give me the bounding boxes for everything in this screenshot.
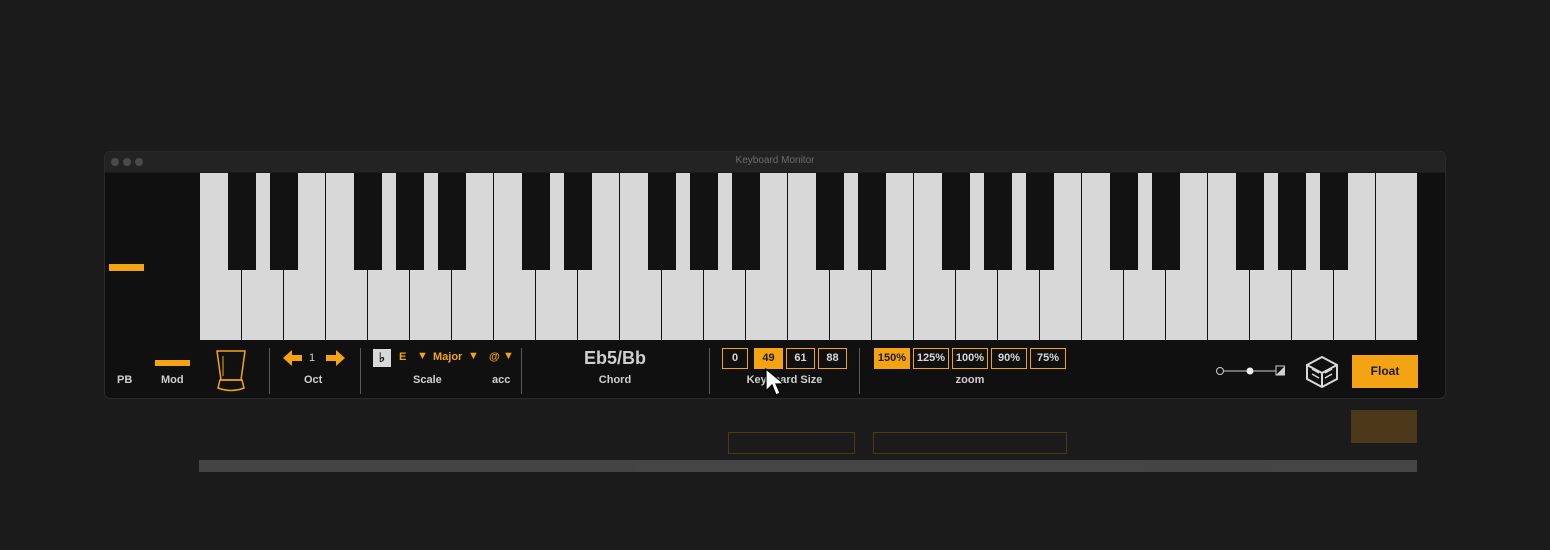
black-key[interactable] (270, 173, 298, 270)
mod-wheel-indicator[interactable] (155, 360, 190, 366)
black-key[interactable] (690, 173, 718, 270)
black-key[interactable] (984, 173, 1012, 270)
chevron-down-icon[interactable]: ▼ (417, 350, 428, 362)
white-key[interactable] (1376, 173, 1418, 340)
zoom-150-button[interactable]: 150% (874, 348, 910, 369)
octave-up-arrow-icon[interactable] (325, 350, 345, 366)
black-key[interactable] (1236, 173, 1264, 270)
cube-logo-icon[interactable] (1304, 355, 1340, 389)
divider (521, 348, 522, 394)
piano-keyboard[interactable] (200, 173, 1418, 340)
chevron-down-icon[interactable]: ▼ (468, 350, 479, 362)
mod-label: Mod (161, 374, 184, 386)
black-key[interactable] (228, 173, 256, 270)
accidental-select[interactable]: @ (489, 351, 500, 363)
scale-label: Scale (413, 374, 442, 386)
sustain-pedal-icon[interactable] (211, 348, 251, 394)
opacity-slider[interactable] (1215, 364, 1285, 378)
keyboard-monitor-window: Keyboard Monitor PB Mod 1 Oct ♭ E ▼ Majo… (104, 151, 1446, 399)
black-key[interactable] (648, 173, 676, 270)
keyboard-size-61-button[interactable]: 61 (786, 348, 815, 369)
zoom-100-button[interactable]: 100% (952, 348, 988, 369)
zoom-label: zoom (955, 374, 985, 386)
black-key[interactable] (1152, 173, 1180, 270)
divider (269, 348, 270, 394)
keyboard-size-49-button[interactable]: 49 (754, 348, 783, 369)
zoom-125-button[interactable]: 125% (913, 348, 949, 369)
black-key[interactable] (942, 173, 970, 270)
black-key[interactable] (396, 173, 424, 270)
float-button[interactable]: Float (1352, 355, 1418, 388)
title-bar[interactable]: Keyboard Monitor (105, 152, 1445, 173)
black-key[interactable] (858, 173, 886, 270)
black-key[interactable] (522, 173, 550, 270)
scale-root-select[interactable]: E (399, 351, 406, 363)
flat-sharp-icon[interactable]: ♭ (373, 349, 391, 367)
reflection-shape (1351, 410, 1417, 443)
octave-label: Oct (304, 374, 323, 386)
reflection-shape (199, 460, 1417, 472)
reflection-shape (728, 432, 855, 454)
chord-label: Chord (598, 374, 632, 386)
keyboard-size-88-button[interactable]: 88 (818, 348, 847, 369)
black-key[interactable] (1320, 173, 1348, 270)
acc-label: acc (492, 374, 511, 386)
mouse-cursor-icon (765, 368, 786, 396)
zoom-75-button[interactable]: 75% (1030, 348, 1066, 369)
divider (709, 348, 710, 394)
scale-mode-select[interactable]: Major (433, 351, 462, 363)
chevron-down-icon[interactable]: ▼ (503, 350, 514, 362)
octave-down-arrow-icon[interactable] (283, 350, 303, 366)
black-key[interactable] (354, 173, 382, 270)
black-key[interactable] (564, 173, 592, 270)
black-key[interactable] (1110, 173, 1138, 270)
pitch-bend-indicator[interactable] (109, 264, 144, 271)
chord-display: Eb5/Bb (583, 348, 646, 368)
divider (859, 348, 860, 394)
window-title: Keyboard Monitor (735, 155, 815, 166)
black-key[interactable] (1278, 173, 1306, 270)
divider (360, 348, 361, 394)
black-key[interactable] (732, 173, 760, 270)
black-key[interactable] (438, 173, 466, 270)
octave-value: 1 (309, 352, 316, 364)
zoom-90-button[interactable]: 90% (991, 348, 1027, 369)
black-key[interactable] (1026, 173, 1054, 270)
reflection-shape (873, 432, 1067, 454)
keyboard-size-0-button[interactable]: 0 (722, 348, 748, 369)
window-reflection (104, 402, 1446, 472)
black-key[interactable] (816, 173, 844, 270)
pb-label: PB (117, 374, 133, 386)
